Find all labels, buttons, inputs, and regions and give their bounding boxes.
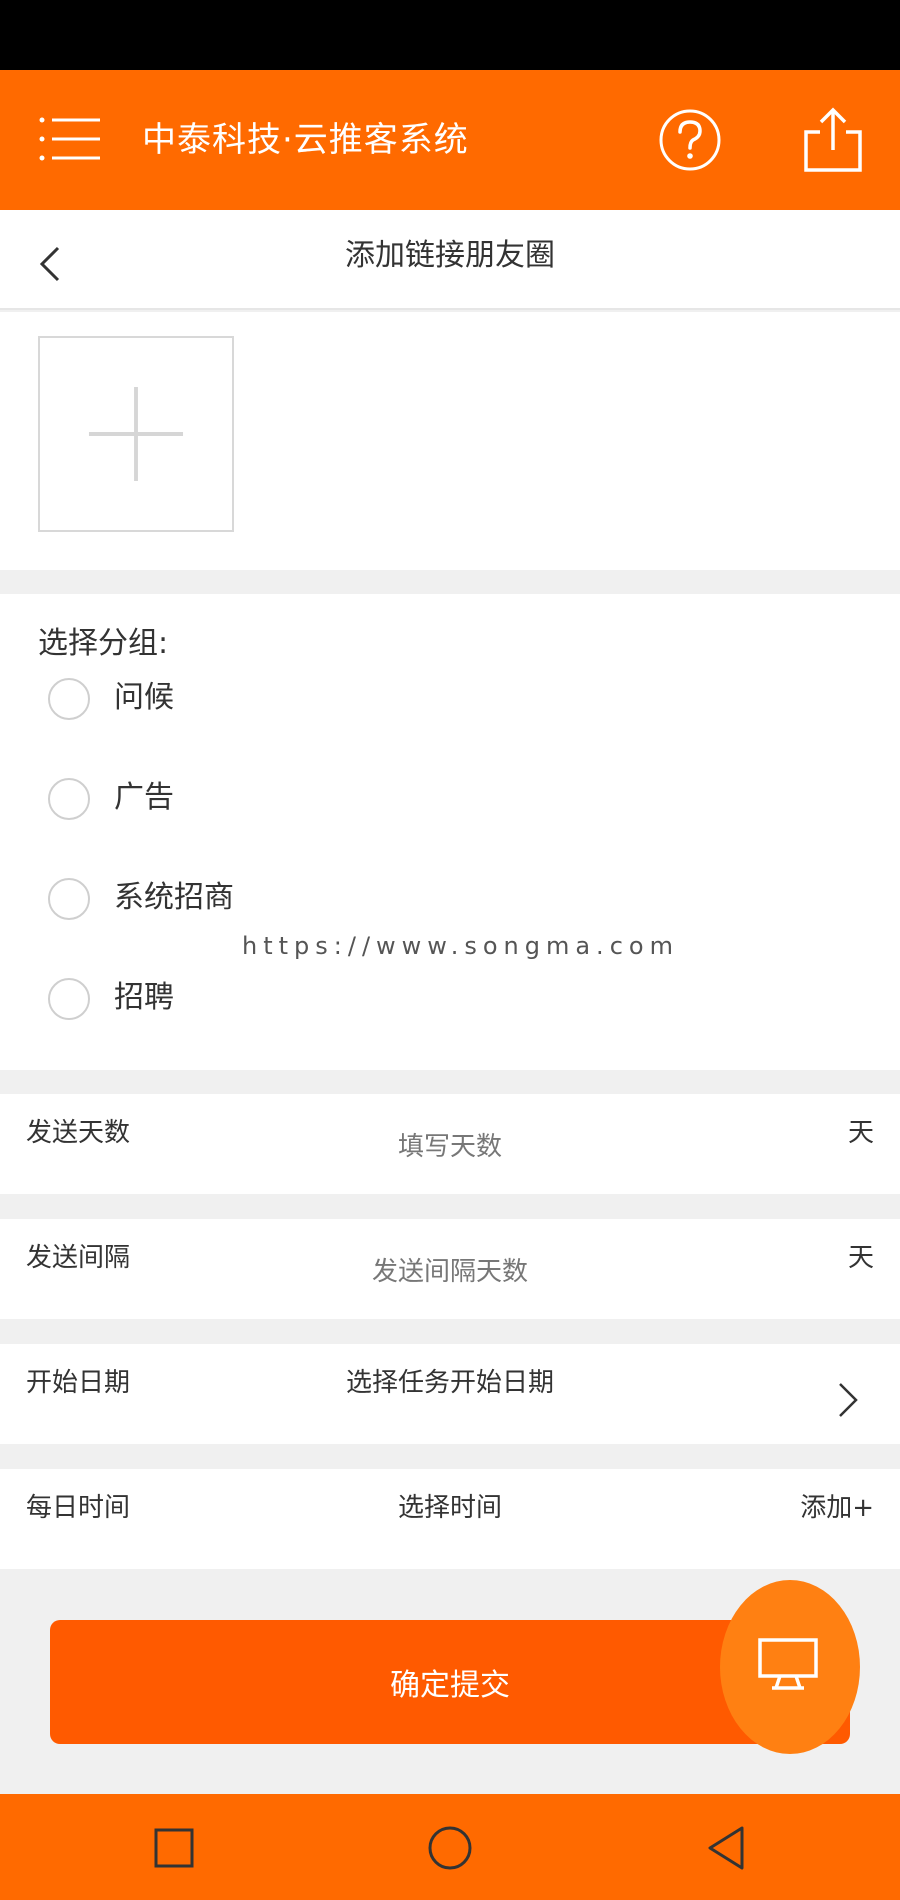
radio-circle[interactable] [48,678,90,720]
radio-label: 系统招商 [114,880,234,915]
back-nav-icon[interactable] [698,1820,754,1876]
radio-label: 问候 [114,680,174,715]
image-upload-section [0,312,900,570]
group-selection: 选择分组: 问候 广告 系统招商 招聘 [0,594,900,1070]
app-header: 中泰科技·云推客系统 [0,70,900,210]
send-interval-label: 发送间隔 [26,1243,131,1273]
plus-icon [88,386,184,482]
send-interval-input[interactable] [300,1247,600,1297]
send-days-input[interactable] [300,1122,600,1172]
system-navigation-bar [0,1794,900,1900]
radio-option-greeting[interactable]: 问候 [48,668,548,728]
radio-option-advertising[interactable]: 广告 [48,768,548,828]
daily-time-picker[interactable]: 选择时间 [0,1485,900,1531]
radio-label: 招聘 [114,980,174,1015]
recent-apps-icon[interactable] [146,1820,202,1876]
radio-label: 广告 [114,780,174,815]
radio-circle[interactable] [48,878,90,920]
radio-option-system-investment[interactable]: 系统招商 [48,868,548,928]
chevron-right-icon[interactable] [836,1380,860,1420]
menu-icon[interactable] [38,114,104,164]
radio-option-recruitment[interactable]: 招聘 [48,968,548,1028]
monitor-icon [758,1638,818,1690]
app-title: 中泰科技·云推客系统 [142,120,469,160]
home-icon[interactable] [422,1820,478,1876]
send-interval-unit: 天 [847,1243,874,1273]
radio-circle[interactable] [48,778,90,820]
watermark-text: https://www.songma.com [242,932,679,960]
send-days-row: 发送天数 天 [0,1094,900,1194]
add-time-button[interactable]: 添加+ [800,1485,874,1531]
status-bar [0,0,900,70]
page-title: 添加链接朋友圈 [345,238,555,273]
floating-desktop-button[interactable] [720,1580,860,1754]
daily-time-row: 每日时间 选择时间 添加+ [0,1469,900,1569]
start-date-picker[interactable]: 选择任务开始日期 [0,1360,900,1406]
send-days-unit: 天 [847,1118,874,1148]
nav-bar: 添加链接朋友圈 [0,210,900,310]
share-icon[interactable] [802,106,864,174]
radio-circle[interactable] [48,978,90,1020]
send-interval-row: 发送间隔 天 [0,1219,900,1319]
help-icon[interactable] [658,108,722,172]
group-label: 选择分组: [38,626,169,661]
start-date-row[interactable]: 开始日期 选择任务开始日期 [0,1344,900,1444]
send-days-label: 发送天数 [26,1118,131,1148]
image-upload-button[interactable] [38,336,234,532]
